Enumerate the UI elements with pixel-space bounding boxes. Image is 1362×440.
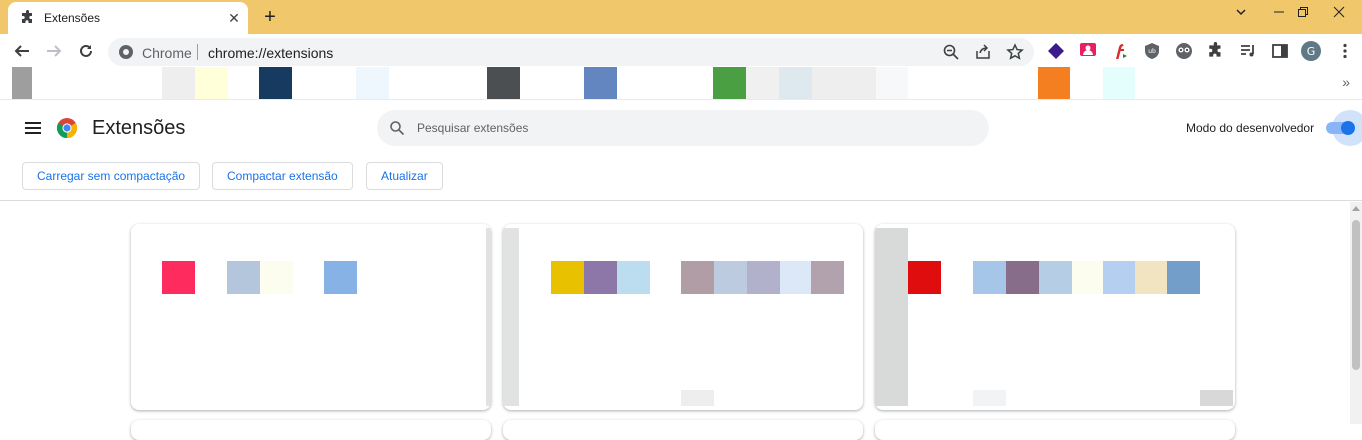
extension-card-content [324,261,357,294]
extension-card-edge [503,228,519,406]
developer-mode-toggle[interactable] [1326,110,1362,146]
toolbar: Chrome chrome://extensions ub G [0,34,1362,68]
tab-close-icon[interactable]: ✕ [224,8,244,28]
tab-extensions[interactable]: Extensões ✕ [8,2,248,34]
search-icon [390,121,405,136]
extension-card-content [1072,261,1105,294]
omnibox[interactable]: Chrome chrome://extensions [108,38,1034,66]
zoom-icon[interactable] [942,43,960,61]
bookmark-item[interactable] [12,67,32,99]
reload-icon[interactable] [74,39,98,63]
bookmark-item[interactable] [487,67,520,99]
close-window-icon[interactable] [1316,0,1362,30]
extension-card-content [1039,261,1072,294]
extension-card-content [1006,261,1039,294]
extension-card[interactable] [131,224,491,410]
extension-red-f-icon[interactable] [1111,42,1129,60]
extension-card[interactable] [131,420,491,440]
extension-card-content [1103,261,1136,294]
extension-card-content [584,261,617,294]
extension-card-footer [973,390,1006,406]
extension-card-icon [162,261,195,294]
extension-card-edge [875,228,908,406]
page-scrollbar[interactable] [1350,202,1362,424]
extension-card[interactable] [503,224,863,410]
extensions-list [0,202,1350,440]
extension-card-content [617,261,650,294]
bookmark-item[interactable] [713,67,746,99]
bookmark-item[interactable] [195,67,228,99]
bookmark-item[interactable] [746,67,779,99]
extension-card-content [747,261,780,294]
share-icon[interactable] [974,43,992,61]
side-panel-icon[interactable] [1271,42,1289,60]
extension-purple-icon[interactable] [1047,42,1065,60]
extensions-header: Extensões Modo do desenvolvedor Carregar… [0,101,1362,201]
title-bar: Extensões ✕ + [0,0,1362,34]
scroll-up-arrow-icon[interactable] [1352,206,1360,211]
new-tab-button[interactable]: + [258,5,282,29]
search-bar[interactable] [377,110,989,146]
extension-card[interactable] [875,420,1235,440]
scroll-thumb[interactable] [1352,220,1360,370]
ublock-shield-icon[interactable]: ub [1143,42,1161,60]
bookmark-item[interactable] [584,67,617,99]
extension-card[interactable] [875,224,1235,410]
extension-card-icon [908,261,941,294]
svg-text:G: G [1307,45,1316,58]
puzzle-icon [22,10,32,23]
extension-card-content [811,261,844,294]
forward-icon[interactable] [42,39,66,63]
update-button[interactable]: Atualizar [366,162,443,190]
bookmark-item[interactable] [162,67,195,99]
chrome-site-icon [119,45,133,59]
load-unpacked-button[interactable]: Carregar sem compactação [22,162,201,190]
profile-avatar-icon[interactable]: G [1301,41,1321,61]
search-input[interactable] [417,110,977,146]
kebab-menu-icon[interactable] [1336,42,1354,60]
extension-card-content [681,261,714,294]
chrome-logo-icon [56,118,78,139]
extension-card-content [260,261,293,294]
media-playlist-icon[interactable] [1239,42,1257,60]
extension-card-icon [551,261,584,294]
bookmark-item[interactable] [259,67,292,99]
extension-card-content [1135,261,1168,294]
extensions-puzzle-icon[interactable] [1207,42,1225,60]
extension-card-content [973,261,1006,294]
extension-card-footer [1200,390,1233,406]
omnibox-url[interactable]: chrome://extensions [208,45,333,61]
extension-owl-icon[interactable] [1175,42,1193,60]
bookmark-item[interactable] [1103,67,1135,99]
bookmark-star-icon[interactable] [1006,43,1024,61]
page-title: Extensões [92,117,186,139]
extension-card-footer [681,390,714,406]
bookmark-item[interactable] [356,67,389,99]
bookmark-item[interactable] [876,67,908,99]
omnibox-site-label: Chrome [142,45,192,61]
extension-card-edge [486,228,491,406]
hamburger-menu-icon[interactable] [24,121,42,135]
extension-card-content [780,261,813,294]
toggle-knob [1341,121,1355,135]
back-icon[interactable] [10,39,34,63]
bookmark-item[interactable] [812,67,876,99]
bookmark-item[interactable] [779,67,812,99]
svg-text:ub: ub [1148,48,1156,55]
bookmarks-overflow-chevron-icon[interactable]: » [1342,74,1350,90]
bookmark-item[interactable] [1038,67,1070,99]
extension-pink-icon[interactable] [1079,42,1097,60]
omnibox-separator [197,44,198,60]
extension-card-content [227,261,260,294]
pack-extension-button[interactable]: Compactar extensão [212,162,353,190]
extension-card-content [714,261,747,294]
tab-title: Extensões [44,11,101,25]
extension-card[interactable] [503,420,863,440]
developer-mode-label: Modo do desenvolvedor [1186,121,1315,135]
extension-card-content [1167,261,1200,294]
bookmarks-bar: » [0,66,1362,100]
